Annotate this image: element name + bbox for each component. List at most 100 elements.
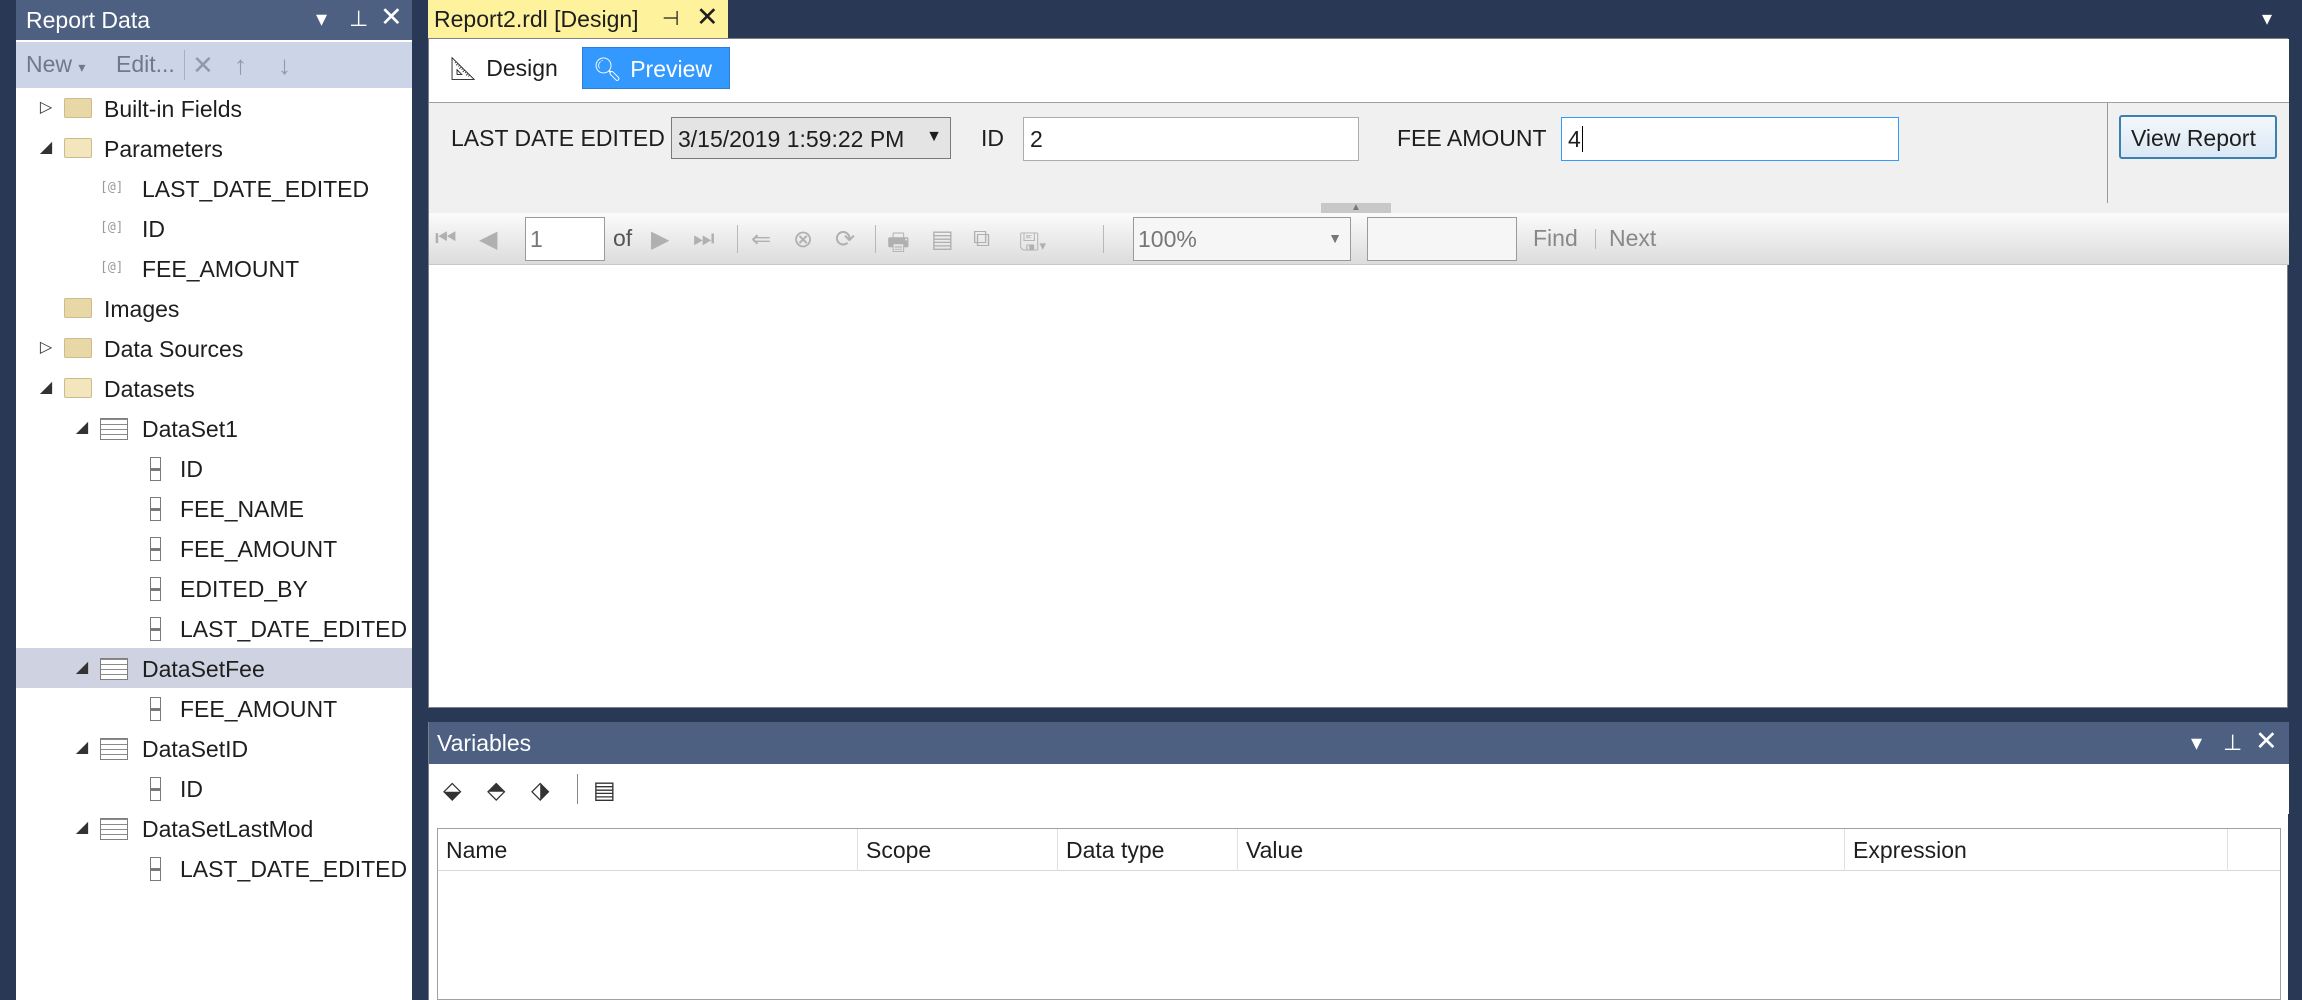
field-icon: [150, 497, 161, 521]
back-icon[interactable]: ⇐: [751, 225, 771, 254]
tree-item-data-sources[interactable]: ▷ Data Sources: [16, 328, 412, 368]
variables-panel: Variables ▾ ⊥ ✕ ⬙ ⬘ ⬗ ▤ Name Scope Data …: [428, 722, 2289, 1000]
tree-item-field[interactable]: LAST_DATE_EDITED: [16, 848, 412, 888]
parameter-bar: LAST DATE EDITED 3/15/2019 1:59:22 PM ▼ …: [429, 103, 2289, 213]
text-cursor: [1581, 126, 1583, 152]
tree-item-field[interactable]: EDITED_BY: [16, 568, 412, 608]
tree-label: Data Sources: [104, 336, 244, 362]
tree-item-datasetfee[interactable]: ◢ DataSetFee: [16, 648, 412, 688]
pin-icon[interactable]: ⊥: [349, 6, 368, 32]
properties-icon[interactable]: ▤: [593, 776, 616, 805]
id-input[interactable]: 2: [1023, 117, 1359, 161]
add-variable-icon[interactable]: ⬙: [443, 776, 461, 805]
last-page-icon[interactable]: ⏭: [693, 225, 715, 253]
document-tab[interactable]: Report2.rdl [Design] ⊣ ✕: [428, 0, 728, 38]
print-layout-icon[interactable]: ▤: [931, 225, 954, 254]
previous-page-icon[interactable]: ◀: [479, 225, 497, 254]
toolbar-separator: [875, 225, 876, 253]
tree-item-field[interactable]: FEE_AMOUNT: [16, 528, 412, 568]
panel-menu-icon[interactable]: ▾: [2191, 730, 2202, 756]
expand-icon[interactable]: ▷: [38, 337, 54, 357]
refresh-icon[interactable]: ⟳: [835, 225, 855, 254]
new-button[interactable]: New ▾: [26, 51, 85, 78]
tree-item-parameters[interactable]: ◢ Parameters: [16, 128, 412, 168]
folder-icon: [64, 98, 92, 118]
stop-icon[interactable]: ⊗: [793, 225, 813, 254]
fee-amount-label: FEE AMOUNT: [1397, 125, 1547, 151]
field-icon: [150, 697, 161, 721]
tree-label: EDITED_BY: [180, 576, 308, 602]
dataset-icon: [100, 738, 128, 760]
move-up-icon[interactable]: ↑: [234, 50, 247, 81]
move-down-icon[interactable]: ↓: [278, 50, 291, 81]
preview-icon: 🔍︎: [593, 56, 623, 82]
last-date-edited-select[interactable]: 3/15/2019 1:59:22 PM ▼: [671, 117, 951, 159]
dataset-icon: [100, 418, 128, 440]
export-icon[interactable]: 🖫︎▾: [1019, 225, 1046, 266]
pin-icon[interactable]: ⊥: [2223, 730, 2242, 756]
tree-item-datasetid[interactable]: ◢ DataSetID: [16, 728, 412, 768]
column-header-data-type[interactable]: Data type: [1058, 829, 1238, 871]
edit-button[interactable]: Edit...: [116, 51, 175, 78]
delete-icon[interactable]: ✕: [192, 50, 214, 81]
tree-label: LAST_DATE_EDITED: [142, 176, 370, 202]
collapse-icon[interactable]: ◢: [74, 417, 90, 437]
tree-item-builtin-fields[interactable]: ▷ Built-in Fields: [16, 88, 412, 128]
column-header-scope[interactable]: Scope: [858, 829, 1058, 871]
column-header-value[interactable]: Value: [1238, 829, 1845, 871]
collapse-parameters-handle[interactable]: ▲: [1321, 203, 1391, 213]
page-number-input[interactable]: 1: [525, 217, 605, 261]
collapse-icon[interactable]: ◢: [74, 817, 90, 837]
page-setup-icon[interactable]: ⧉: [973, 225, 990, 253]
tree-item-param-id[interactable]: [@] ID: [16, 208, 412, 248]
tree-item-datasets[interactable]: ◢ Datasets: [16, 368, 412, 408]
tree-item-field[interactable]: FEE_AMOUNT: [16, 688, 412, 728]
tree-item-dataset1[interactable]: ◢ DataSet1: [16, 408, 412, 448]
print-icon[interactable]: 🖶︎: [887, 225, 910, 266]
tab-preview[interactable]: 🔍︎ Preview: [582, 47, 730, 89]
zoom-select[interactable]: 100% ▼: [1133, 217, 1351, 261]
tree-label: DataSetID: [142, 736, 249, 762]
tree-item-field[interactable]: FEE_NAME: [16, 488, 412, 528]
find-input[interactable]: [1367, 217, 1517, 261]
view-report-button[interactable]: View Report: [2119, 115, 2277, 159]
document-tab-title: Report2.rdl [Design]: [434, 6, 639, 32]
fee-amount-value: 4: [1568, 126, 1581, 152]
close-tab-icon[interactable]: ✕: [696, 2, 719, 33]
report-data-tree: ▷ Built-in Fields ◢ Parameters [@] LAST_…: [16, 88, 412, 1000]
delete-variable-icon[interactable]: ⬗: [531, 776, 549, 805]
find-button[interactable]: Find: [1533, 225, 1578, 252]
field-icon: [150, 537, 161, 561]
report-canvas: [429, 266, 2287, 707]
panel-menu-icon[interactable]: ▾: [316, 6, 327, 32]
page-of-label: of: [613, 225, 633, 251]
expand-icon[interactable]: ▷: [38, 97, 54, 117]
tab-design[interactable]: 📐︎ Design: [439, 47, 568, 89]
field-icon: [150, 577, 161, 601]
collapse-icon[interactable]: ◢: [38, 377, 54, 397]
tree-item-datasetlastmod[interactable]: ◢ DataSetLastMod: [16, 808, 412, 848]
report-data-toolbar: New ▾ Edit... ✕ ↑ ↓: [16, 42, 412, 88]
next-page-icon[interactable]: ▶: [651, 225, 669, 254]
fee-amount-input[interactable]: 4: [1561, 117, 1899, 161]
first-page-icon[interactable]: ⏮: [435, 225, 457, 253]
document-list-dropdown-icon[interactable]: ▾: [2262, 6, 2272, 31]
tree-item-param-fee-amount[interactable]: [@] FEE_AMOUNT: [16, 248, 412, 288]
tree-item-param-last-date-edited[interactable]: [@] LAST_DATE_EDITED: [16, 168, 412, 208]
collapse-icon[interactable]: ◢: [74, 737, 90, 757]
collapse-icon[interactable]: ◢: [38, 137, 54, 157]
tree-item-field[interactable]: LAST_DATE_EDITED: [16, 608, 412, 648]
close-icon[interactable]: ✕: [2255, 726, 2278, 757]
collapse-icon[interactable]: ◢: [74, 657, 90, 677]
edit-variable-icon[interactable]: ⬘: [487, 776, 505, 805]
tree-item-images[interactable]: Images: [16, 288, 412, 328]
parameter-divider: [2107, 103, 2108, 203]
find-next-button[interactable]: Next: [1609, 225, 1656, 252]
tree-item-field[interactable]: ID: [16, 448, 412, 488]
column-header-name[interactable]: Name: [438, 829, 858, 871]
close-icon[interactable]: ✕: [380, 2, 403, 33]
tree-item-field[interactable]: ID: [16, 768, 412, 808]
column-header-expression[interactable]: Expression: [1845, 829, 2228, 871]
variables-toolbar: ⬙ ⬘ ⬗ ▤: [429, 764, 2289, 814]
pin-icon[interactable]: ⊣: [662, 6, 679, 31]
